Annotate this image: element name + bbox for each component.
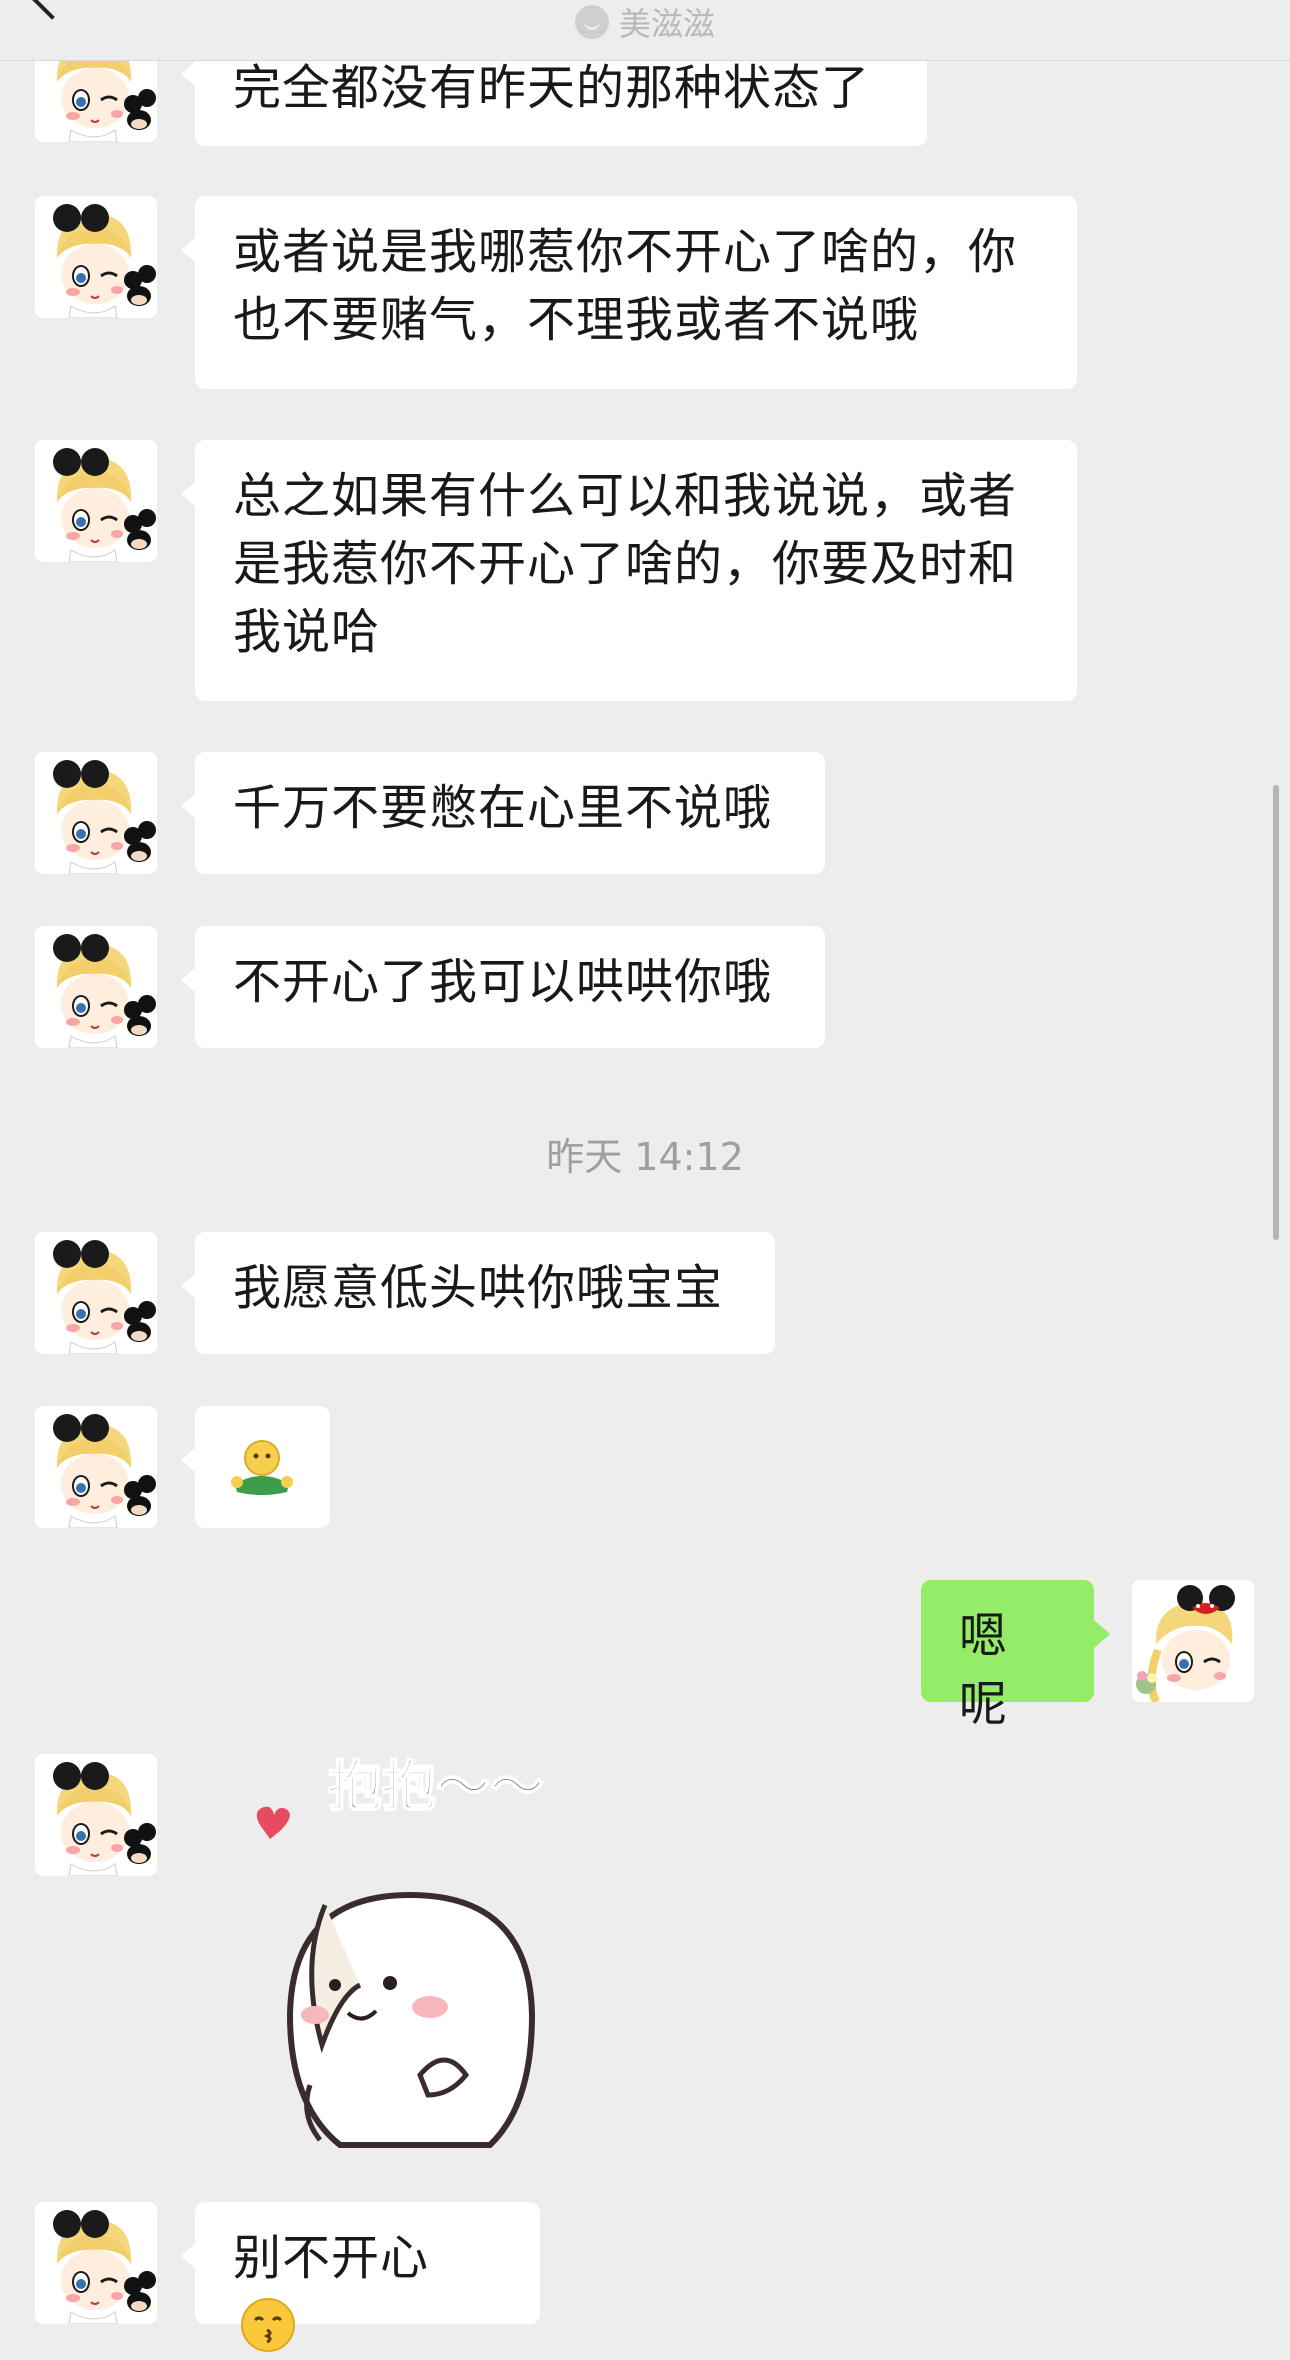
message-bubble[interactable]: 我愿意低头哄你哦宝宝 — [181, 1232, 775, 1354]
self-avatar[interactable] — [1132, 1580, 1254, 1702]
message-text: 嗯呢 — [959, 1608, 1009, 1732]
chat-title: 美滋滋 — [618, 5, 715, 43]
contact-avatar[interactable] — [35, 1754, 157, 1876]
hug-emoji-icon — [231, 1440, 293, 1495]
message-bubble[interactable]: 不开心了我可以哄哄你哦 — [181, 926, 825, 1048]
contact-avatar[interactable] — [35, 1406, 157, 1528]
message-bubble-self[interactable]: 嗯呢 — [921, 1580, 1110, 1732]
message-text: 完全都没有昨天的那种状态了 — [233, 60, 871, 116]
message-text: 别不开心 — [233, 2230, 430, 2286]
contact-avatar[interactable] — [35, 440, 157, 562]
hug-sticker[interactable]: 抱抱～～ — [230, 1745, 600, 2155]
message-bubble[interactable]: 总之如果有什么可以和我说说，或者是我惹你不开心了啥的，你要及时和我说哈 — [181, 440, 1077, 701]
contact-avatar[interactable] — [35, 1232, 157, 1354]
message-text: 不开心了我可以哄哄你哦 — [233, 954, 773, 1010]
contact-avatar[interactable] — [35, 2202, 157, 2324]
message-bubble[interactable]: 别不开心 — [181, 2202, 540, 2352]
contact-avatar[interactable] — [35, 926, 157, 1048]
contact-avatar[interactable] — [35, 196, 157, 318]
chat-header: 美滋滋 — [0, 0, 1290, 61]
chat-title-bar: 美滋滋 — [0, 0, 1290, 44]
message-bubble[interactable] — [181, 1406, 330, 1528]
kissing-face-icon — [241, 2298, 295, 2352]
message-text: 或者说是我哪惹你不开心了啥的，你也不要赌气，不理我或者不说哦 — [233, 224, 1018, 348]
message-bubble[interactable]: 或者说是我哪惹你不开心了啥的，你也不要赌气，不理我或者不说哦 — [181, 196, 1077, 389]
scrollbar-thumb[interactable] — [1273, 785, 1279, 1240]
message-timestamp: 昨天 14:12 — [546, 1135, 744, 1179]
message-text: 总之如果有什么可以和我说说，或者是我惹你不开心了啥的，你要及时和我说哈 — [233, 468, 1018, 660]
smiley-icon — [574, 5, 609, 39]
message-text: 千万不要憋在心里不说哦 — [233, 780, 773, 836]
message-bubble[interactable]: 千万不要憋在心里不说哦 — [181, 752, 825, 874]
contact-avatar[interactable] — [35, 752, 157, 874]
sticker-caption: 抱抱～～ — [328, 1757, 544, 1817]
message-text: 我愿意低头哄你哦宝宝 — [233, 1260, 724, 1316]
